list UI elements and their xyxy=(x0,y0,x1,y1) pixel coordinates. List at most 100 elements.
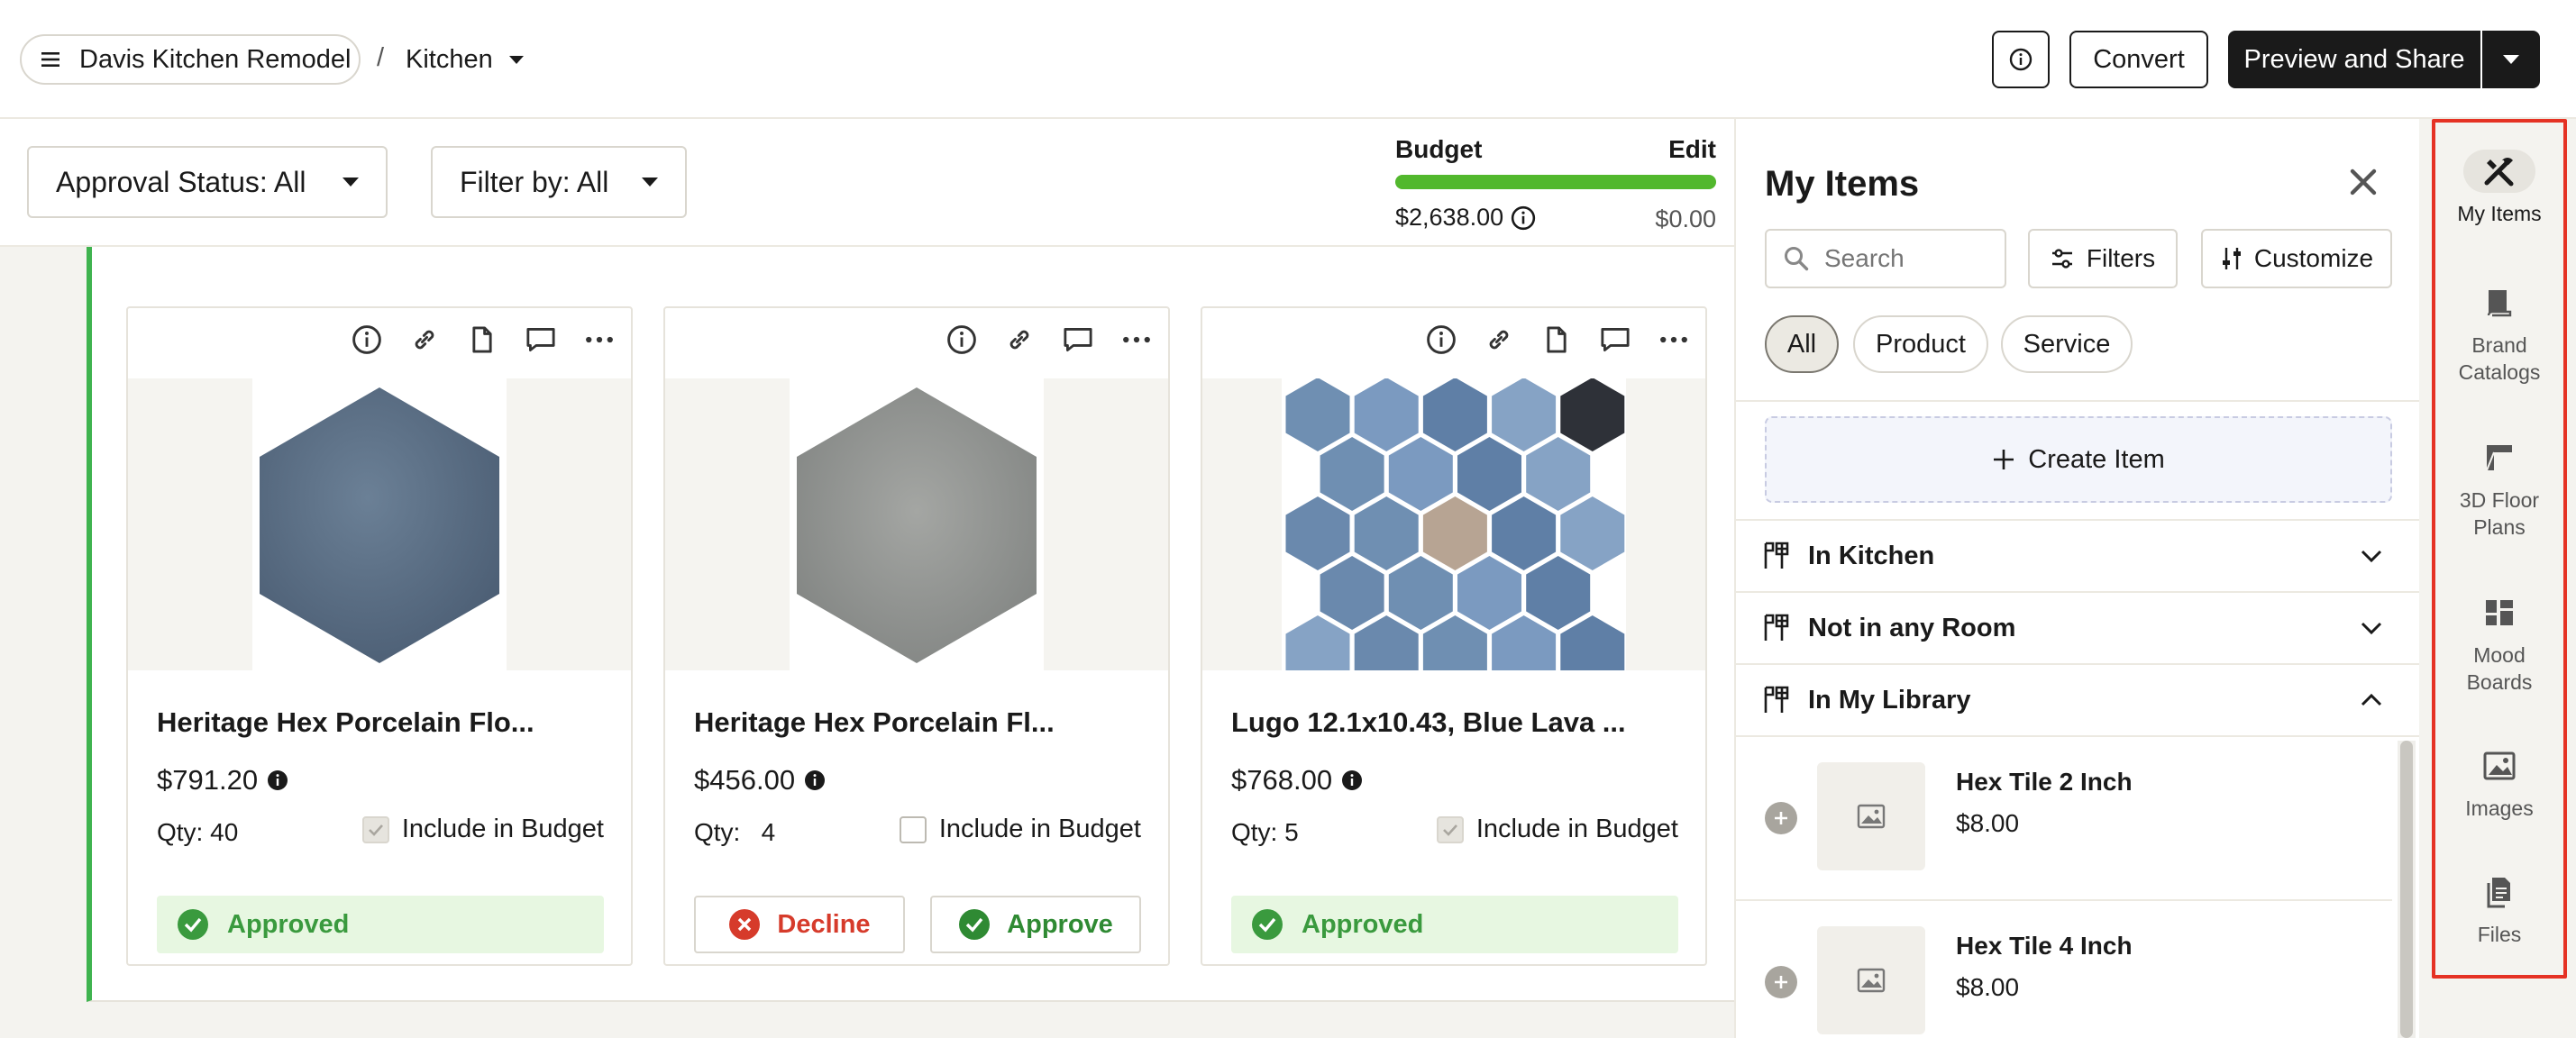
create-item-button[interactable]: Create Item xyxy=(1765,416,2392,503)
link-icon[interactable] xyxy=(409,324,440,355)
item-image[interactable] xyxy=(665,378,1168,670)
close-icon[interactable] xyxy=(2349,168,2378,196)
filters-button[interactable]: Filters xyxy=(2028,229,2178,288)
section-in-kitchen[interactable]: In Kitchen xyxy=(1736,519,2419,591)
more-icon[interactable] xyxy=(1121,324,1152,355)
item-card[interactable]: Lugo 12.1x10.43, Blue Lava ... $768.00 Q… xyxy=(1201,306,1707,966)
chip-product[interactable]: Product xyxy=(1853,315,1988,373)
library-item[interactable]: Hex Tile 2 Inch $8.00 xyxy=(1736,737,2392,901)
info-filled-icon[interactable] xyxy=(1341,769,1363,791)
include-in-budget-toggle[interactable]: Include in Budget xyxy=(899,815,1141,844)
room-selector[interactable]: Kitchen xyxy=(406,34,524,85)
customize-button[interactable]: Customize xyxy=(2201,229,2392,288)
library-item[interactable]: Hex Tile 4 Inch $8.00 xyxy=(1736,901,2392,1038)
chip-service[interactable]: Service xyxy=(2001,315,2133,373)
convert-button[interactable]: Convert xyxy=(2069,31,2208,88)
budget-progress-track xyxy=(1395,175,1716,189)
item-image[interactable] xyxy=(128,378,631,670)
library-item-name: Hex Tile 4 Inch xyxy=(1956,932,2133,960)
search-field[interactable] xyxy=(1765,229,2006,288)
comment-icon[interactable] xyxy=(525,324,557,355)
link-icon[interactable] xyxy=(1004,324,1035,355)
section-not-in-any-room[interactable]: Not in any Room xyxy=(1736,591,2419,663)
mosaic-tile xyxy=(1422,496,1487,570)
mosaic-tile xyxy=(1492,615,1557,670)
filter-by-dropdown[interactable]: Filter by: All xyxy=(431,146,687,218)
mood-board-icon xyxy=(2471,591,2528,634)
include-label: Include in Budget xyxy=(1475,815,1678,843)
include-in-budget-toggle[interactable]: Include in Budget xyxy=(1436,815,1678,844)
add-item-button[interactable] xyxy=(1765,966,1797,998)
check-circle-icon xyxy=(959,909,991,940)
plus-icon xyxy=(1775,976,1787,988)
item-name[interactable]: Heritage Hex Porcelain Fl... xyxy=(694,706,1055,739)
approve-button[interactable]: Approve xyxy=(930,896,1141,953)
rail-item-my-items[interactable]: My Items xyxy=(2432,150,2567,227)
document-icon[interactable] xyxy=(1541,324,1572,355)
rail-item-mood-boards[interactable]: Mood Boards xyxy=(2432,591,2567,696)
mosaic-tile xyxy=(1526,437,1591,511)
budget-edit-link[interactable]: Edit xyxy=(1668,135,1716,164)
info-icon[interactable] xyxy=(352,324,382,355)
section-in-my-library[interactable]: In My Library xyxy=(1736,663,2419,737)
mosaic-tile xyxy=(1388,556,1453,630)
more-icon[interactable] xyxy=(584,324,615,355)
item-card[interactable]: Heritage Hex Porcelain Flo... $791.20 Qt… xyxy=(126,306,633,966)
link-icon[interactable] xyxy=(1484,324,1514,355)
preview-and-share-button[interactable]: Preview and Share xyxy=(2228,31,2480,88)
item-name[interactable]: Lugo 12.1x10.43, Blue Lava ... xyxy=(1231,706,1626,739)
item-price: $768.00 xyxy=(1231,764,1333,796)
info-filled-icon[interactable] xyxy=(804,769,826,791)
approval-status-text: Approved xyxy=(1302,909,1424,939)
rail-item-3d-floor-plans[interactable]: 3D Floor Plans xyxy=(2432,436,2567,541)
search-input[interactable] xyxy=(1824,244,1987,273)
rail-item-images[interactable]: Images xyxy=(2432,744,2567,822)
hex-mosaic-image xyxy=(1285,378,1625,670)
more-icon[interactable] xyxy=(1658,324,1689,355)
item-price: $791.20 xyxy=(157,764,259,796)
include-checkbox[interactable] xyxy=(361,815,389,843)
mosaic-tile xyxy=(1354,615,1419,670)
library-scrollbar-track[interactable] xyxy=(2398,741,2416,1038)
budget-amount-row: $2,638.00 xyxy=(1395,204,1536,232)
filters-label: Filters xyxy=(2086,244,2156,272)
add-item-button[interactable] xyxy=(1765,802,1797,834)
item-image[interactable] xyxy=(1202,378,1705,670)
rail-highlight-outline xyxy=(2432,119,2567,979)
item-card[interactable]: Heritage Hex Porcelain Fl... $456.00 Qty… xyxy=(663,306,1170,966)
chevron-down-icon xyxy=(642,178,658,187)
library-scrollbar-thumb[interactable] xyxy=(2400,741,2413,1038)
rail-label: My Items xyxy=(2457,202,2542,225)
approval-status-dropdown[interactable]: Approval Status: All xyxy=(27,146,388,218)
include-checkbox[interactable] xyxy=(1436,815,1464,843)
info-icon[interactable] xyxy=(1511,205,1536,231)
tools-icon xyxy=(1764,614,1789,641)
comment-icon[interactable] xyxy=(1062,324,1094,355)
tools-icon xyxy=(1764,686,1789,713)
project-switcher[interactable]: Davis Kitchen Remodel xyxy=(20,34,361,85)
mosaic-tile xyxy=(1354,496,1419,570)
include-checkbox[interactable] xyxy=(899,815,927,843)
share-options-button[interactable] xyxy=(2482,31,2540,88)
item-thumbnail xyxy=(1817,926,1925,1034)
rail-item-files[interactable]: Files xyxy=(2432,870,2567,948)
chip-all[interactable]: All xyxy=(1765,315,1839,373)
decline-label: Decline xyxy=(777,909,871,939)
info-filled-icon[interactable] xyxy=(267,769,288,791)
approval-status-badge: Approved xyxy=(157,896,604,953)
decline-button[interactable]: Decline xyxy=(694,896,905,953)
mosaic-tile xyxy=(1422,378,1487,451)
item-name[interactable]: Heritage Hex Porcelain Flo... xyxy=(157,706,534,739)
info-icon[interactable] xyxy=(1426,324,1457,355)
mosaic-tile xyxy=(1526,556,1591,630)
comment-icon[interactable] xyxy=(1599,324,1631,355)
info-icon[interactable] xyxy=(946,324,977,355)
checkmark-icon xyxy=(1442,824,1457,836)
rail-item-brand-catalogs[interactable]: Brand Catalogs xyxy=(2432,281,2567,386)
mosaic-tile xyxy=(1285,378,1350,451)
check-circle-icon xyxy=(1252,909,1283,940)
include-in-budget-toggle[interactable]: Include in Budget xyxy=(361,815,604,844)
filter-toolbar: Approval Status: All Filter by: All Budg… xyxy=(0,119,1734,247)
document-icon[interactable] xyxy=(467,324,498,355)
info-button[interactable] xyxy=(1992,31,2050,88)
